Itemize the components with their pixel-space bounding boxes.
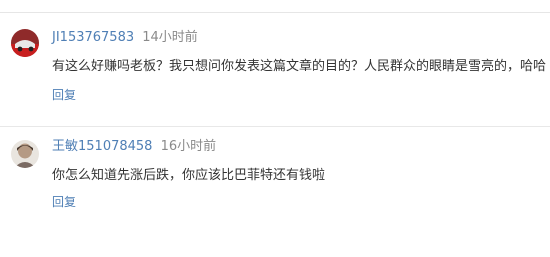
username-link[interactable]: 王敏151078458 bbox=[52, 139, 152, 154]
comment-meta: JI153767583 14小时前 bbox=[52, 30, 198, 46]
avatar[interactable] bbox=[11, 29, 39, 57]
avatar[interactable] bbox=[11, 140, 39, 168]
comment-text: 你怎么知道先涨后跌，你应该比巴菲特还有钱啦 bbox=[52, 168, 326, 183]
comment-meta: 王敏151078458 16小时前 bbox=[52, 139, 216, 155]
username-link[interactable]: JI153767583 bbox=[52, 30, 134, 45]
comment-divider bbox=[0, 126, 550, 127]
top-divider bbox=[0, 12, 550, 13]
comment-text: 有这么好赚吗老板？我只想问你发表这篇文章的目的？人民群众的眼睛是雪亮的，哈哈 bbox=[52, 59, 547, 74]
comment-time: 16小时前 bbox=[160, 139, 217, 154]
comment-time: 14小时前 bbox=[142, 30, 198, 45]
reply-button[interactable]: 回复 bbox=[52, 194, 76, 210]
reply-button[interactable]: 回复 bbox=[52, 87, 76, 103]
